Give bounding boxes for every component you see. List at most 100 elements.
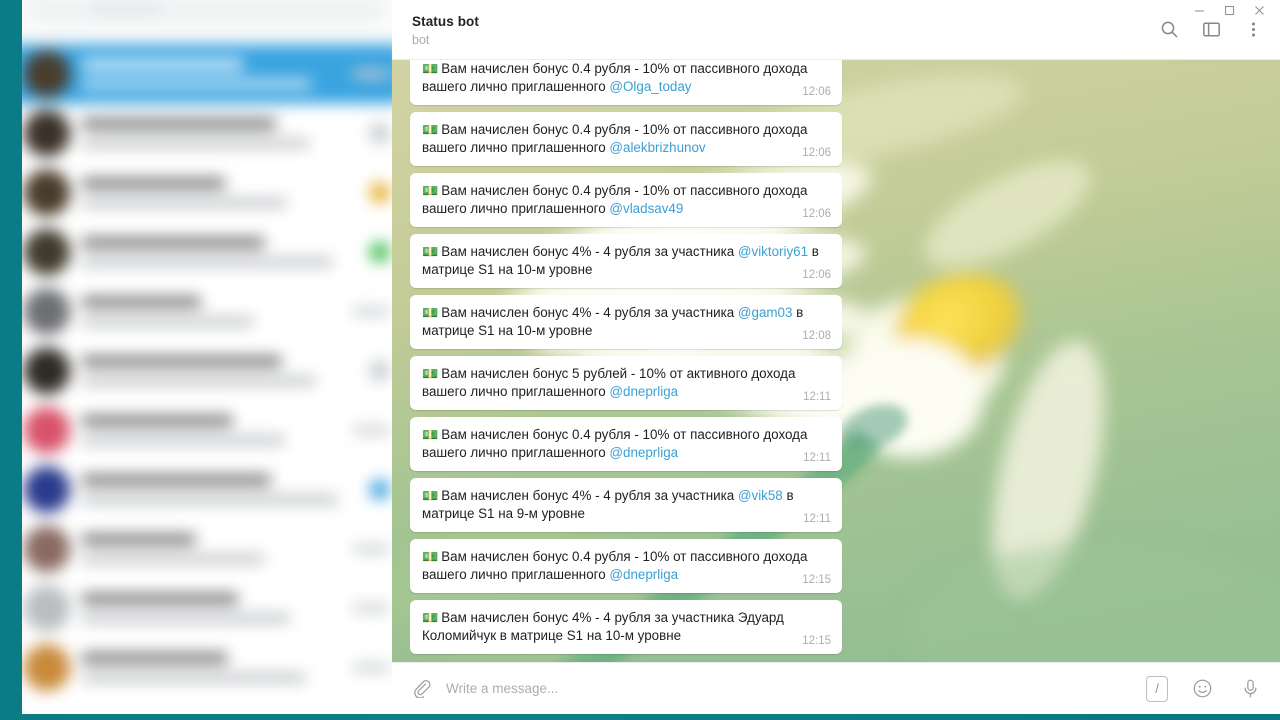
- chat-list-item[interactable]: [22, 282, 392, 341]
- chat-list-item[interactable]: [22, 638, 392, 697]
- avatar: [23, 110, 71, 157]
- microphone-icon[interactable]: [1236, 675, 1264, 703]
- message-list[interactable]: 💵 Вам начислен бонус 0.4 рубля - 10% от п…: [392, 60, 1280, 662]
- chat-list-item-text: [80, 177, 361, 208]
- message-input[interactable]: [436, 681, 1146, 696]
- message-timestamp: 12:11: [803, 513, 831, 525]
- chat-list-blurred-content: [22, 0, 392, 714]
- mention-link[interactable]: @dneprliga: [609, 567, 678, 582]
- mention-link[interactable]: @gam03: [738, 305, 793, 320]
- chat-list-item[interactable]: [22, 341, 392, 400]
- chat-list-item[interactable]: [22, 163, 392, 222]
- paperclip-icon[interactable]: [406, 674, 436, 704]
- chat-list-item[interactable]: [22, 579, 392, 638]
- chat-list-item-preview: [80, 672, 307, 683]
- avatar: [23, 525, 71, 573]
- composer-actions: /: [1146, 675, 1264, 703]
- message-row: 💵 Вам начислен бонус 4% - 4 рубля за учас…: [392, 478, 1280, 532]
- chat-list-item-text: [80, 59, 344, 89]
- search-bar[interactable]: [22, 0, 392, 41]
- message-text: 💵 Вам начислен бонус 0.4 рубля - 10% от п…: [422, 427, 808, 460]
- chat-list-item-text: [80, 355, 361, 386]
- message-timestamp: 12:11: [803, 391, 831, 403]
- chat-header-actions: [1156, 17, 1266, 43]
- avatar: [23, 228, 71, 276]
- message-bubble[interactable]: 💵 Вам начислен бонус 4% - 4 рубля за учас…: [410, 478, 842, 532]
- chat-list-item-preview: [80, 138, 311, 149]
- chat-list-item-preview: [80, 79, 313, 89]
- message-bubble[interactable]: 💵 Вам начислен бонус 4% - 4 рубля за учас…: [410, 600, 842, 654]
- page-title: Status bot: [412, 14, 479, 29]
- chat-list-item-preview: [80, 316, 255, 327]
- unread-badge: [369, 478, 391, 501]
- chat-list-item-text: [80, 296, 344, 327]
- mention-link[interactable]: @vladsav49: [609, 201, 683, 216]
- search-icon[interactable]: [1156, 17, 1182, 43]
- message-bubble[interactable]: 💵 Вам начислен бонус 0.4 рубля - 10% от п…: [410, 173, 842, 227]
- bot-commands-button[interactable]: /: [1146, 675, 1168, 702]
- chat-list-sidebar[interactable]: [22, 0, 392, 714]
- message-bubble[interactable]: 💵 Вам начислен бонус 0.4 рубля - 10% от п…: [410, 112, 842, 166]
- chat-list-item-preview: [80, 554, 265, 564]
- smiley-icon[interactable]: [1188, 675, 1216, 703]
- unread-badge: [369, 182, 391, 204]
- chat-list-item[interactable]: [22, 44, 392, 104]
- message-bubble[interactable]: 💵 Вам начислен бонус 0.4 рубля - 10% от п…: [410, 60, 842, 105]
- message-bubble[interactable]: 💵 Вам начислен бонус 5 рублей - 10% от ак…: [410, 356, 842, 410]
- sidebar-toggle-icon[interactable]: [1198, 17, 1224, 43]
- chat-list-item-text: [80, 237, 361, 267]
- mention-link[interactable]: @viktoriy61: [738, 244, 808, 259]
- money-banknote-icon: 💵: [422, 427, 439, 442]
- chat-list-item-time: [352, 603, 391, 613]
- chat-list-item-title: [80, 593, 239, 604]
- mention-link[interactable]: @dneprliga: [609, 384, 678, 399]
- more-menu-icon[interactable]: [1240, 17, 1266, 43]
- chat-list-item-text: [80, 474, 361, 505]
- chat-list-item-text: [80, 118, 361, 149]
- chat-list-item-time: [352, 307, 391, 316]
- search-input[interactable]: [25, 0, 387, 24]
- message-text: 💵 Вам начислен бонус 0.4 рубля - 10% от п…: [422, 122, 808, 155]
- money-banknote-icon: 💵: [422, 366, 439, 381]
- message-timestamp: 12:11: [803, 452, 831, 464]
- message-bubble[interactable]: 💵 Вам начислен бонус 0.4 рубля - 10% от п…: [410, 417, 842, 471]
- message-row: 💵 Вам начислен бонус 4% - 4 рубля за учас…: [392, 600, 1280, 654]
- chat-subtitle: bot: [412, 33, 430, 47]
- money-banknote-icon: 💵: [422, 549, 439, 564]
- chat-list-item-time: [352, 663, 391, 672]
- money-banknote-icon: 💵: [422, 244, 439, 259]
- mention-link[interactable]: @Olga_today: [609, 79, 691, 94]
- mention-link[interactable]: @dneprliga: [609, 445, 678, 460]
- avatar: [23, 406, 71, 454]
- message-timestamp: 12:06: [802, 147, 831, 159]
- chat-list-item-preview: [80, 435, 286, 445]
- chat-list-item[interactable]: [22, 460, 392, 519]
- chat-list-item[interactable]: [22, 222, 392, 281]
- message-timestamp: 12:06: [802, 269, 831, 281]
- message-bubble[interactable]: 💵 Вам начислен бонус 0.4 рубля - 10% от п…: [410, 539, 842, 593]
- window-titlebar: [1160, 0, 1280, 20]
- message-row: 💵 Вам начислен бонус 5 рублей - 10% от ак…: [392, 356, 1280, 410]
- avatar: [23, 466, 71, 513]
- chat-list-item[interactable]: [22, 519, 392, 578]
- money-banknote-icon: 💵: [422, 610, 439, 625]
- message-text: 💵 Вам начислен бонус 0.4 рубля - 10% от п…: [422, 61, 808, 94]
- avatar: [23, 644, 71, 691]
- chat-list-item-title: [80, 652, 229, 664]
- message-bubble[interactable]: 💵 Вам начислен бонус 4% - 4 рубля за учас…: [410, 295, 842, 349]
- mention-link[interactable]: @vik58: [738, 488, 783, 503]
- money-banknote-icon: 💵: [422, 122, 439, 137]
- message-bubble[interactable]: 💵 Вам начислен бонус 4% - 4 рубля за учас…: [410, 234, 842, 288]
- maximize-button[interactable]: [1214, 0, 1244, 20]
- message-text: 💵 Вам начислен бонус 4% - 4 рубля за учас…: [422, 488, 794, 521]
- chat-list-item-preview: [80, 494, 339, 505]
- message-text: 💵 Вам начислен бонус 4% - 4 рубля за учас…: [422, 305, 804, 338]
- chat-list-item[interactable]: [22, 400, 392, 459]
- mention-link[interactable]: @alekbrizhunov: [609, 140, 705, 155]
- message-area[interactable]: 💵 Вам начислен бонус 0.4 рубля - 10% от п…: [392, 60, 1280, 662]
- minimize-button[interactable]: [1184, 0, 1214, 20]
- message-row: 💵 Вам начислен бонус 0.4 рубля - 10% от п…: [392, 173, 1280, 227]
- chat-list-item[interactable]: [22, 104, 392, 163]
- chat-list-item-title: [80, 355, 283, 367]
- close-button[interactable]: [1244, 0, 1274, 20]
